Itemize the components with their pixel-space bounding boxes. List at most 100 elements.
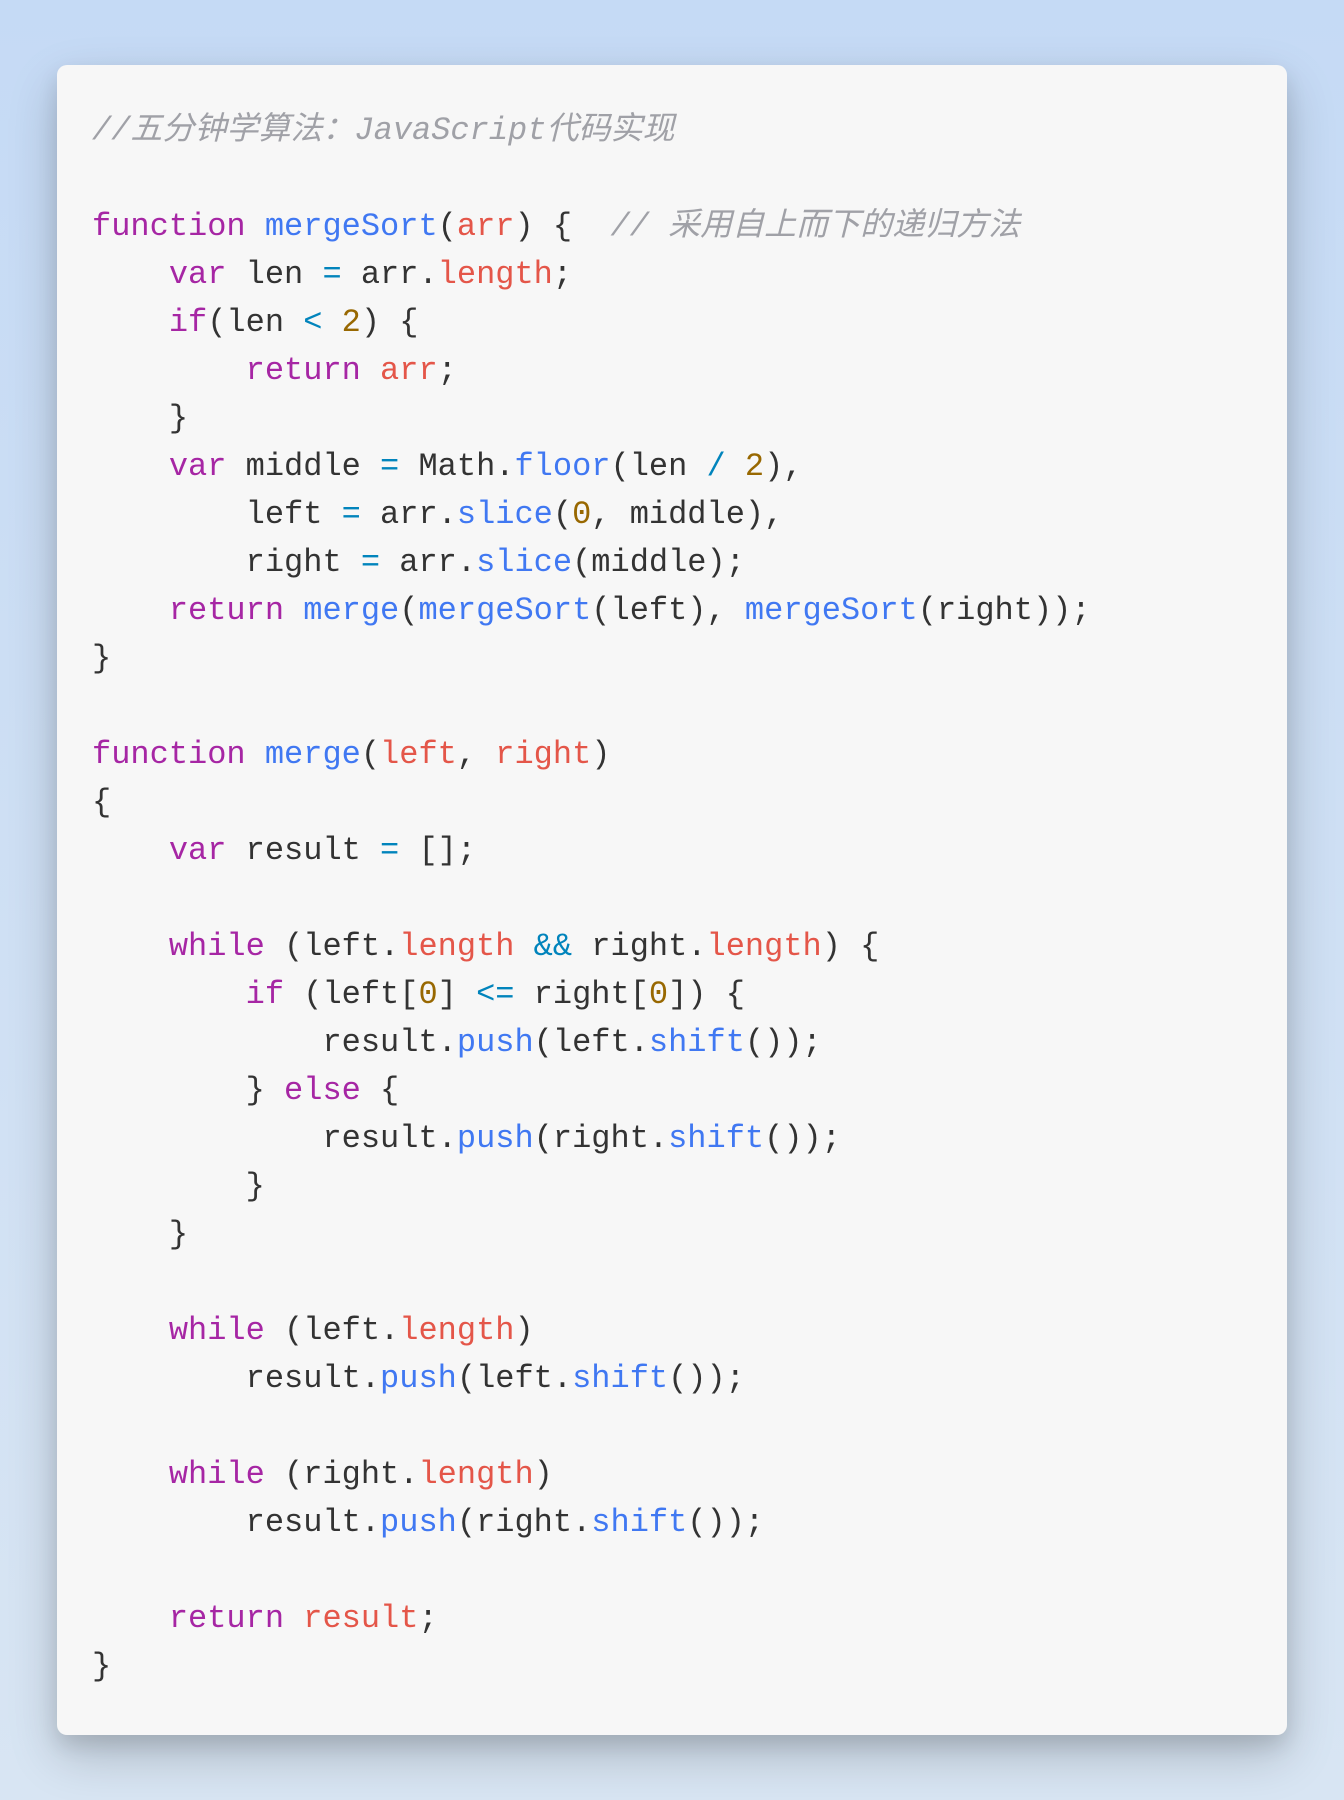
punct: ) (707, 544, 726, 581)
punct: { (726, 976, 745, 1013)
punct: } (92, 640, 111, 677)
fn-push: push (457, 1120, 534, 1157)
punct: ( (284, 1312, 303, 1349)
punct: ) (726, 1504, 745, 1541)
punct: ( (668, 1360, 687, 1397)
punct: ; (438, 352, 457, 389)
id-middle: middle (591, 544, 706, 581)
prop-length: length (399, 928, 514, 965)
punct: ( (553, 496, 572, 533)
fn-slice: slice (457, 496, 553, 533)
punct: ( (438, 208, 457, 245)
fn-mergesort: mergeSort (418, 592, 591, 629)
punct: ; (822, 1120, 841, 1157)
punct: ( (918, 592, 937, 629)
punct: { (380, 1072, 399, 1109)
punct: ) (707, 1360, 726, 1397)
fn-merge: merge (265, 736, 361, 773)
param-left: left (380, 736, 457, 773)
punct: ) (514, 208, 533, 245)
punct: . (399, 1456, 418, 1493)
kw-function: function (92, 208, 246, 245)
punct: ( (687, 1504, 706, 1541)
kw-if: if (246, 976, 284, 1013)
id-middle: middle (630, 496, 745, 533)
punct: ( (457, 1504, 476, 1541)
punct: ( (572, 544, 591, 581)
fn-push: push (380, 1360, 457, 1397)
num-0: 0 (418, 976, 437, 1013)
punct: ) (1033, 592, 1052, 629)
id-left: left (322, 976, 399, 1013)
punct: ) (514, 1312, 533, 1349)
fn-shift: shift (668, 1120, 764, 1157)
id-right: right (553, 1120, 649, 1157)
kw-var: var (169, 256, 227, 293)
id-arr: arr (380, 496, 438, 533)
id-result: result (322, 1120, 437, 1157)
kw-var: var (169, 832, 227, 869)
op-lte: <= (476, 976, 514, 1013)
punct: ( (591, 592, 610, 629)
fn-shift: shift (572, 1360, 668, 1397)
punct: ) (745, 496, 764, 533)
punct: . (630, 1024, 649, 1061)
id-right: right (937, 592, 1033, 629)
id-left: left (303, 928, 380, 965)
punct: ( (764, 1120, 783, 1157)
num-0: 0 (649, 976, 668, 1013)
code-comment-header: //五分钟学算法：JavaScript代码实现 (92, 112, 674, 149)
punct: ( (610, 448, 629, 485)
num-0: 0 (572, 496, 591, 533)
fn-shift: shift (591, 1504, 687, 1541)
param-arr: arr (457, 208, 515, 245)
punct: } (246, 1168, 265, 1205)
punct: , (457, 736, 476, 773)
op-eq: = (380, 448, 399, 485)
punct: . (380, 928, 399, 965)
punct: ) (764, 448, 783, 485)
punct: [ (630, 976, 649, 1013)
punct: . (361, 1360, 380, 1397)
punct: . (418, 256, 437, 293)
kw-while: while (169, 1456, 265, 1493)
id-result: result (303, 1600, 418, 1637)
punct: ( (457, 1360, 476, 1397)
punct: ( (399, 592, 418, 629)
id-left: left (246, 496, 323, 533)
kw-while: while (169, 928, 265, 965)
op-eq: = (361, 544, 380, 581)
id-left: left (610, 592, 687, 629)
punct: ) (707, 1504, 726, 1541)
op-and: && (534, 928, 572, 965)
punct: ; (726, 1360, 745, 1397)
punct: ( (534, 1024, 553, 1061)
id-len: len (226, 304, 284, 341)
kw-if: if (169, 304, 207, 341)
punct: . (649, 1120, 668, 1157)
id-right: right (534, 976, 630, 1013)
op-eq: = (342, 496, 361, 533)
id-arr: arr (380, 352, 438, 389)
id-right: right (476, 1504, 572, 1541)
id-math: Math (418, 448, 495, 485)
id-len: len (246, 256, 304, 293)
punct: ; (1071, 592, 1090, 629)
punct: ( (361, 736, 380, 773)
punct: ; (803, 1024, 822, 1061)
punct: . (457, 544, 476, 581)
kw-return: return (169, 592, 284, 629)
punct: ; (745, 1504, 764, 1541)
fn-mergesort: mergeSort (745, 592, 918, 629)
prop-length: length (399, 1312, 514, 1349)
kw-var: var (169, 448, 227, 485)
punct: . (380, 1312, 399, 1349)
punct: { (860, 928, 879, 965)
punct: . (361, 1504, 380, 1541)
punct: { (553, 208, 572, 245)
kw-function: function (92, 736, 246, 773)
fn-push: push (380, 1504, 457, 1541)
id-right: right (246, 544, 342, 581)
fn-mergesort: mergeSort (265, 208, 438, 245)
fn-floor: floor (514, 448, 610, 485)
